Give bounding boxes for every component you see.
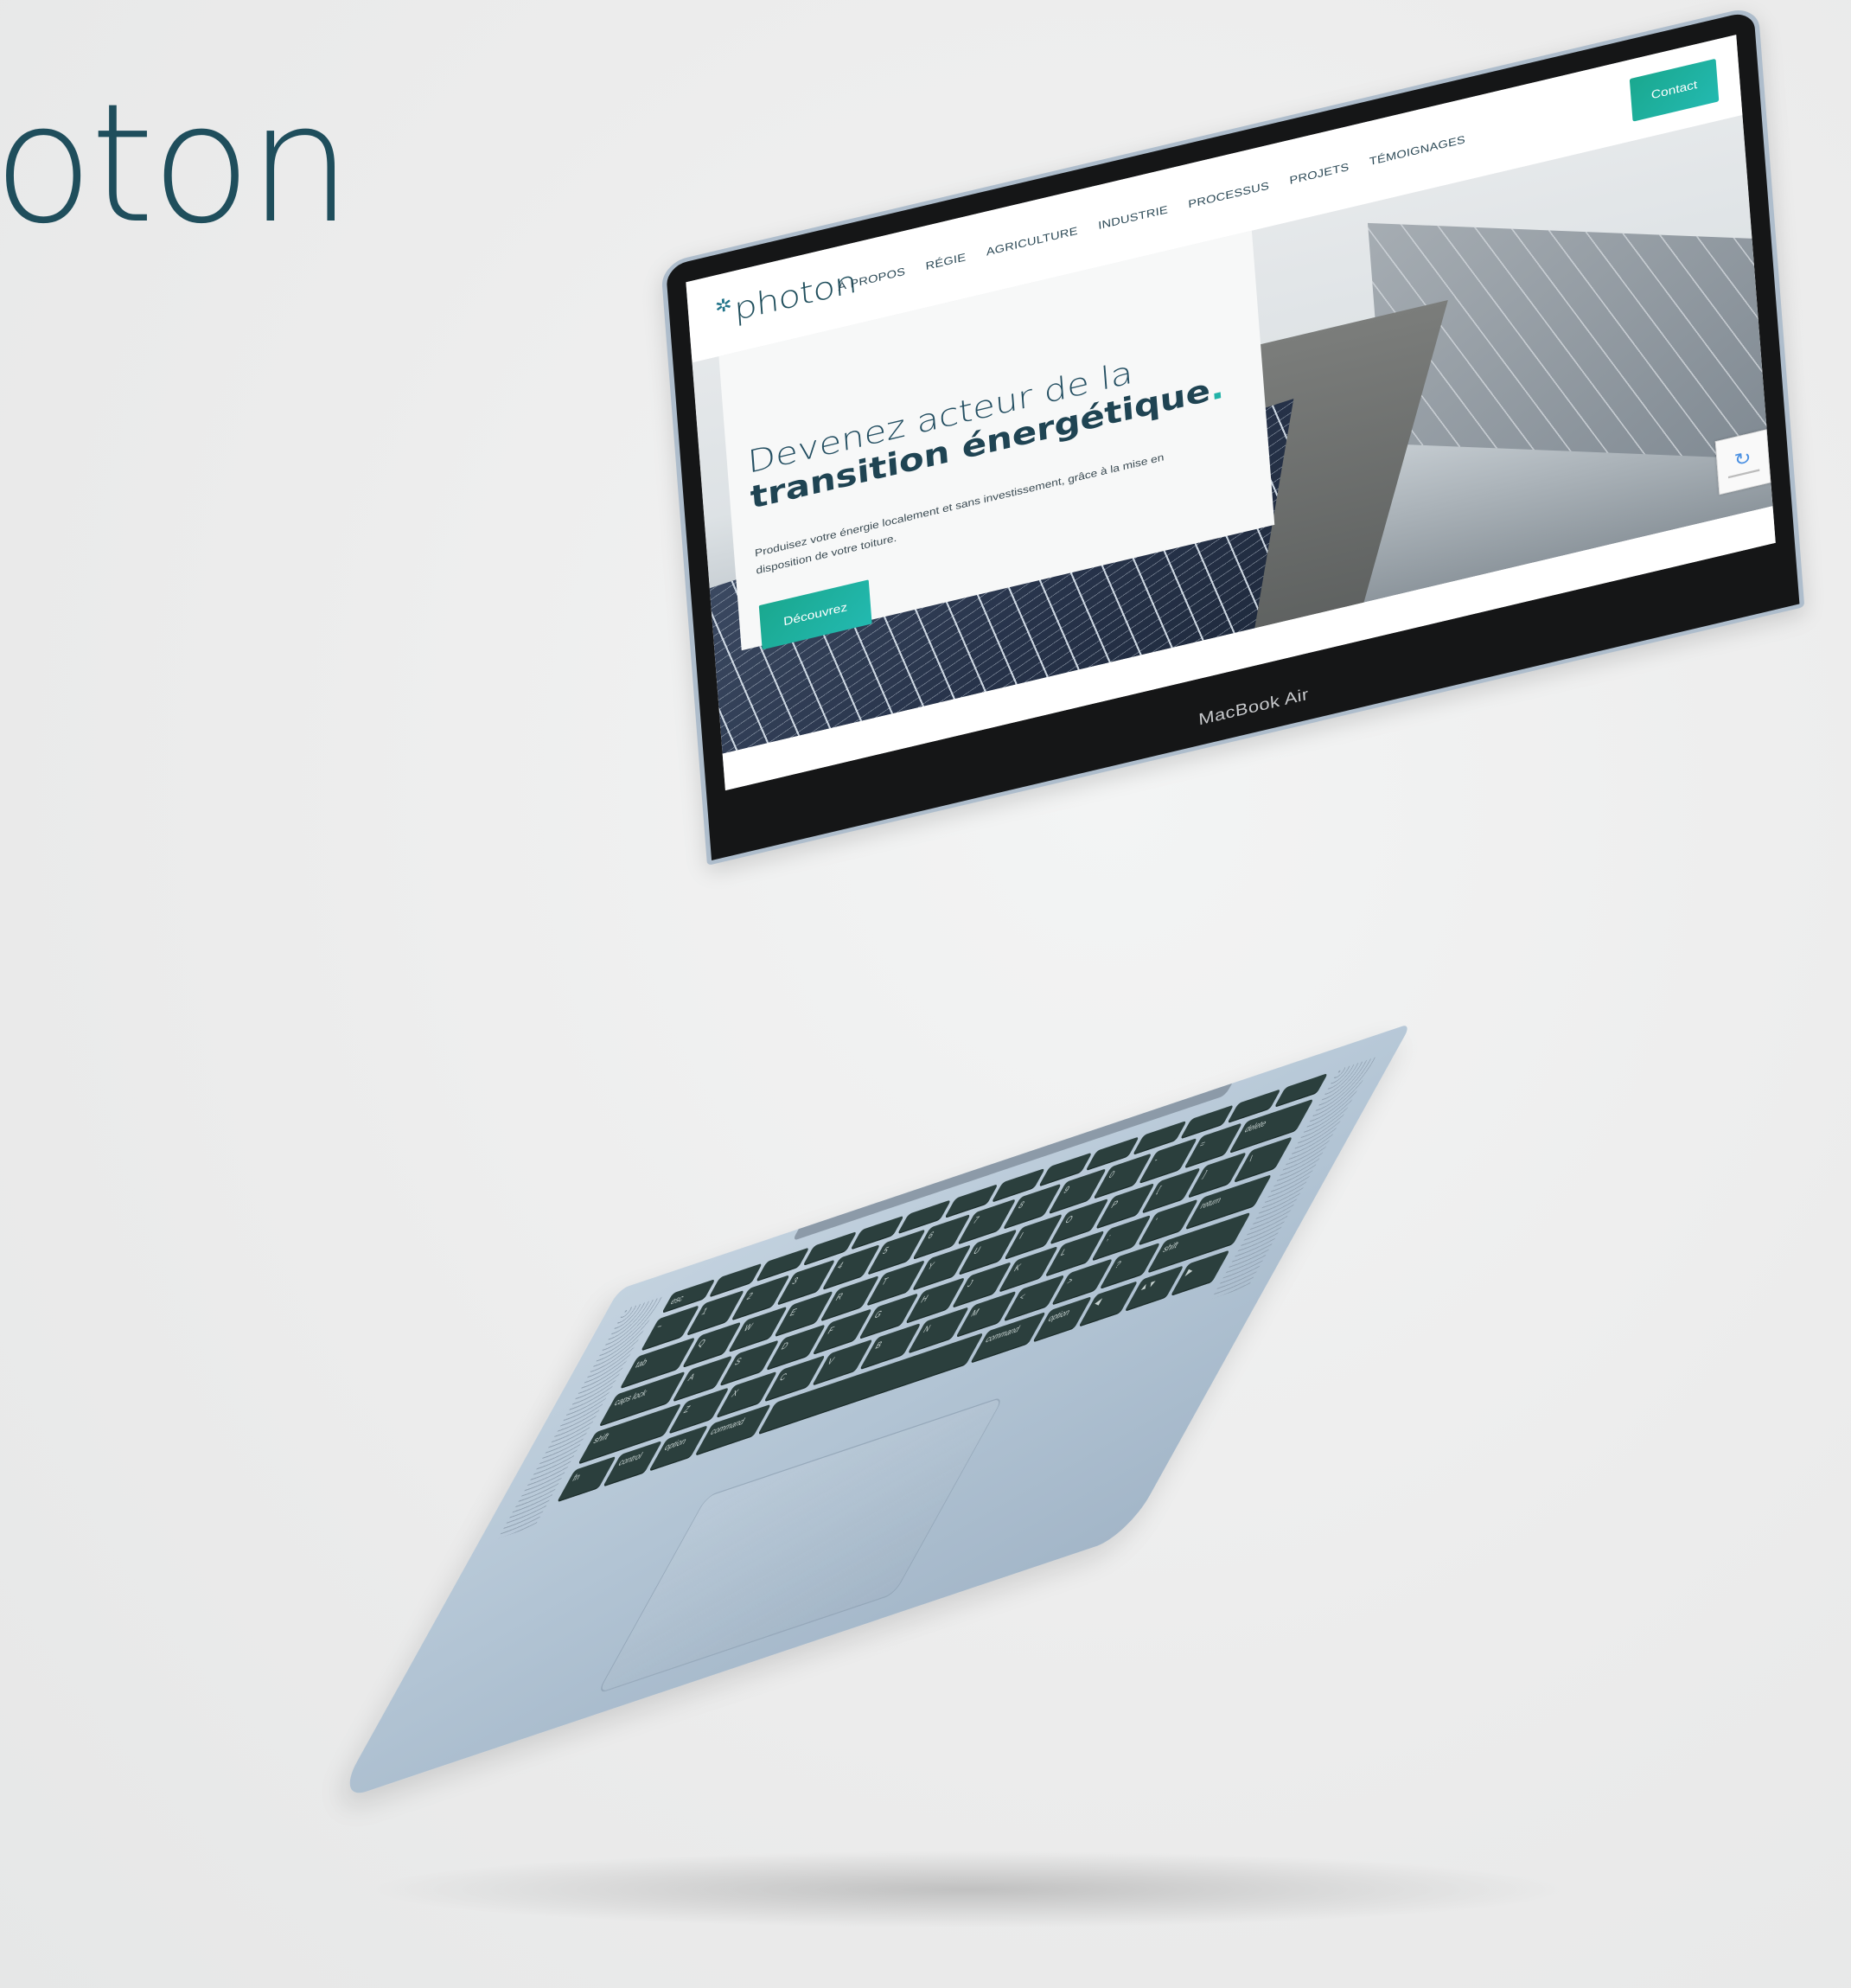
contact-button[interactable]: Contact [1629,58,1720,122]
laptop-base: esc ~1 2 3 4 5 6 7 8 9 0- = delete tab Q W E R T Y U I O P[] \ ca… [334,1023,1412,1803]
nav-item-temoignages[interactable]: TÉMOIGNAGES [1369,134,1465,169]
nav-item-industrie[interactable]: INDUSTRIE [1098,204,1169,233]
nav-item-agriculture[interactable]: AGRICULTURE [986,226,1078,259]
nav-item-processus[interactable]: PROCESSUS [1188,180,1270,211]
laptop-screen: ✲ photon À PROPOS RÉGIE AGRICULTURE INDU… [686,35,1776,791]
site-logo[interactable]: ✲ photon [714,262,858,329]
hero-title-dot: . [1209,368,1226,408]
laptop-scene: esc ~1 2 3 4 5 6 7 8 9 0- = delete tab Q W E R T Y U I O P[] \ ca… [0,0,1851,1988]
recaptcha-terms [1727,469,1760,478]
recaptcha-icon: ↻ [1733,446,1752,470]
logo-text: photon [732,262,858,329]
nav-item-regie[interactable]: RÉGIE [925,252,967,273]
nav-item-projets[interactable]: PROJETS [1289,162,1350,188]
sun-icon: ✲ [714,293,733,318]
laptop-shadow [363,1851,1573,1928]
laptop-lid: ✲ photon À PROPOS RÉGIE AGRICULTURE INDU… [661,4,1805,866]
device-label: MacBook Air [1197,685,1310,730]
